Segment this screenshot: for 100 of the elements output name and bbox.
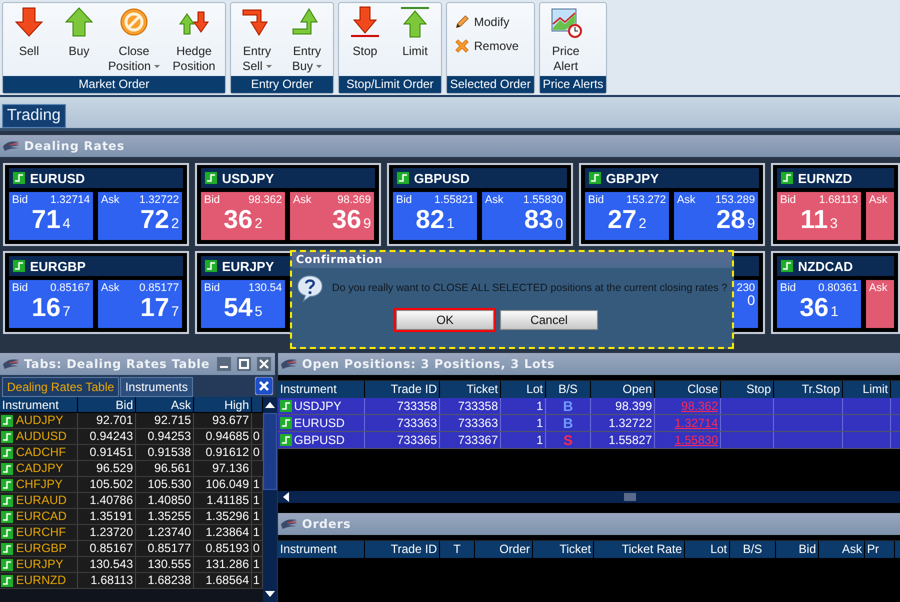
minimize-icon[interactable] [217,357,231,371]
ribbon-button[interactable]: Entry Buy [283,6,331,74]
instrument-name[interactable]: AUDUSD [16,429,67,444]
scroll-thumb[interactable] [263,413,277,490]
quote-box[interactable]: Ask 98.369 36 9 [290,192,374,240]
table-cell: 105.502 [78,477,136,492]
column-header[interactable]: T [440,541,475,558]
column-header[interactable]: Ticket Rate [594,541,685,558]
position-row[interactable]: GBPUSD 733365 733367 1 S 1.55827 1.55830 [278,432,900,449]
dialog-button[interactable]: OK [396,310,494,330]
position-row[interactable]: EURUSD 733363 733363 1 B 1.32722 1.32714 [278,415,900,432]
quote-price: 98.369 [337,194,371,206]
fraction-digit: 9 [363,215,371,231]
main-tab[interactable]: Trading [2,104,66,128]
column-header[interactable]: Bid [776,541,819,558]
column-header[interactable]: High [194,397,252,412]
instrument-name[interactable]: EURAUD [16,493,67,508]
group-label: Stop/Limit Order [339,76,441,93]
horizontal-scrollbar[interactable] [278,491,900,503]
quote-label: Ask [869,282,888,294]
instrument-name[interactable]: CADJPY [16,461,64,476]
rate-card[interactable]: EURGBP Bid 0.85167 16 7 Ask 0.85177 17 7 [3,251,189,334]
fraction-digit: 0 [555,215,563,231]
table-cell: 0.91538 [136,445,194,460]
scroll-thumb[interactable] [624,493,636,501]
column-header[interactable]: Ticket [533,541,594,558]
instrument-name[interactable]: EURJPY [16,557,64,572]
ribbon-button[interactable]: Sell [5,6,53,59]
quote-box[interactable]: Bid 98.362 36 2 [201,192,285,240]
ribbon-button[interactable]: Close Position [105,6,163,74]
quote-box[interactable]: Ask 1.55830 83 0 [482,192,566,240]
quote-box[interactable]: Bid 153.272 27 2 [585,192,669,240]
wing-logo-icon [280,518,298,530]
instrument-name[interactable]: EURNZD [16,573,66,588]
quote-box[interactable]: Ask 153.289 28 9 [674,192,758,240]
column-header[interactable]: Instrument [0,397,78,412]
instrument-name[interactable]: CADCHF [16,445,66,460]
panel-tab[interactable]: Instruments [120,377,193,397]
ribbon-button[interactable]: Buy [55,6,103,59]
scroll-down-icon[interactable] [265,590,275,598]
position-row[interactable]: USDJPY 733358 733358 1 B 98.399 98.362 [278,398,900,415]
pips-value: 83 [524,204,554,234]
instrument-name[interactable]: CHFJPY [16,477,63,492]
column-header[interactable]: Trade ID [365,541,440,558]
instrument-name[interactable]: EURCAD [16,509,67,524]
ribbon-button[interactable]: Stop [341,6,389,59]
pips-value: 28 [716,204,746,234]
rate-card[interactable]: EURNZD Bid 1.68113 11 3 Ask [771,163,900,246]
scroll-up-icon[interactable] [265,401,275,409]
instrument-name[interactable]: EURCHF [16,525,66,540]
ribbon-button[interactable]: Hedge Position [165,6,223,74]
panel-tab[interactable]: Dealing Rates Table [2,377,120,397]
table-cell: 1.23720 [78,525,136,540]
group-label: Market Order [3,76,225,93]
quote-box[interactable]: Bid 0.80361 36 1 [777,280,861,328]
rate-card[interactable]: GBPUSD Bid 1.55821 82 1 Ask 1.55830 83 0 [387,163,573,246]
ribbon-button[interactable]: Modify [453,13,514,31]
quote-box[interactable]: Ask [866,192,894,240]
quote-box[interactable]: Bid 0.85167 16 7 [9,280,93,328]
ribbon-button[interactable]: Entry Sell [233,6,281,74]
quote-box[interactable]: Bid 1.68113 11 3 [777,192,861,240]
dialog-button[interactable]: Cancel [500,310,598,330]
vertical-scrollbar[interactable] [263,397,277,602]
rate-card[interactable]: GBPJPY Bid 153.272 27 2 Ask 153.289 28 9 [579,163,765,246]
instrument-name: GBPUSD [294,432,345,448]
column-header[interactable]: Order [475,541,533,558]
quote-box[interactable]: Ask 0.85177 17 7 [98,280,182,328]
quote-price: 230 [736,282,755,294]
column-header[interactable]: Bid [78,397,136,412]
quote-box[interactable]: Bid 130.54 545 [201,280,285,328]
quote-label: Ask [869,194,888,206]
instrument-icon [205,260,217,272]
column-header[interactable]: Pr [865,541,895,558]
column-header[interactable]: Lot [685,541,730,558]
rate-card[interactable]: NZDCAD Bid 0.80361 36 1 Ask [771,251,900,334]
wing-logo-icon [280,358,298,370]
ribbon-button[interactable]: Price Alert [542,6,590,74]
quote-box[interactable]: Bid 1.55821 82 1 [393,192,477,240]
instrument-name[interactable]: EURGBP [16,541,67,556]
fraction-digit: 2 [638,215,646,231]
rate-card[interactable]: USDJPY Bid 98.362 36 2 Ask 98.369 36 9 [195,163,381,246]
rate-card[interactable]: EURUSD Bid 1.32714 71 4 Ask 1.32722 72 2 [3,163,189,246]
table-cell: 1 [501,415,546,431]
ribbon-button[interactable]: Remove [453,37,523,55]
column-header[interactable]: Instrument [278,541,365,558]
group-label: Selected Order [447,76,534,93]
fraction-digit: 1 [446,215,454,231]
wing-logo-icon [2,358,20,370]
ribbon-button[interactable]: Limit [391,6,439,59]
quote-box[interactable]: Bid 1.32714 71 4 [9,192,93,240]
scroll-left-icon[interactable] [282,492,290,502]
column-header[interactable]: B/S [730,541,776,558]
quote-label: Ask [677,194,696,206]
maximize-icon[interactable] [237,357,251,371]
instrument-name[interactable]: AUDJPY [16,413,64,428]
column-header[interactable]: Ask [136,397,194,412]
quote-box[interactable]: Ask [866,280,894,328]
currency-pair: EURUSD [30,170,85,186]
column-header[interactable]: Ask [819,541,865,558]
quote-box[interactable]: Ask 1.32722 72 2 [98,192,182,240]
